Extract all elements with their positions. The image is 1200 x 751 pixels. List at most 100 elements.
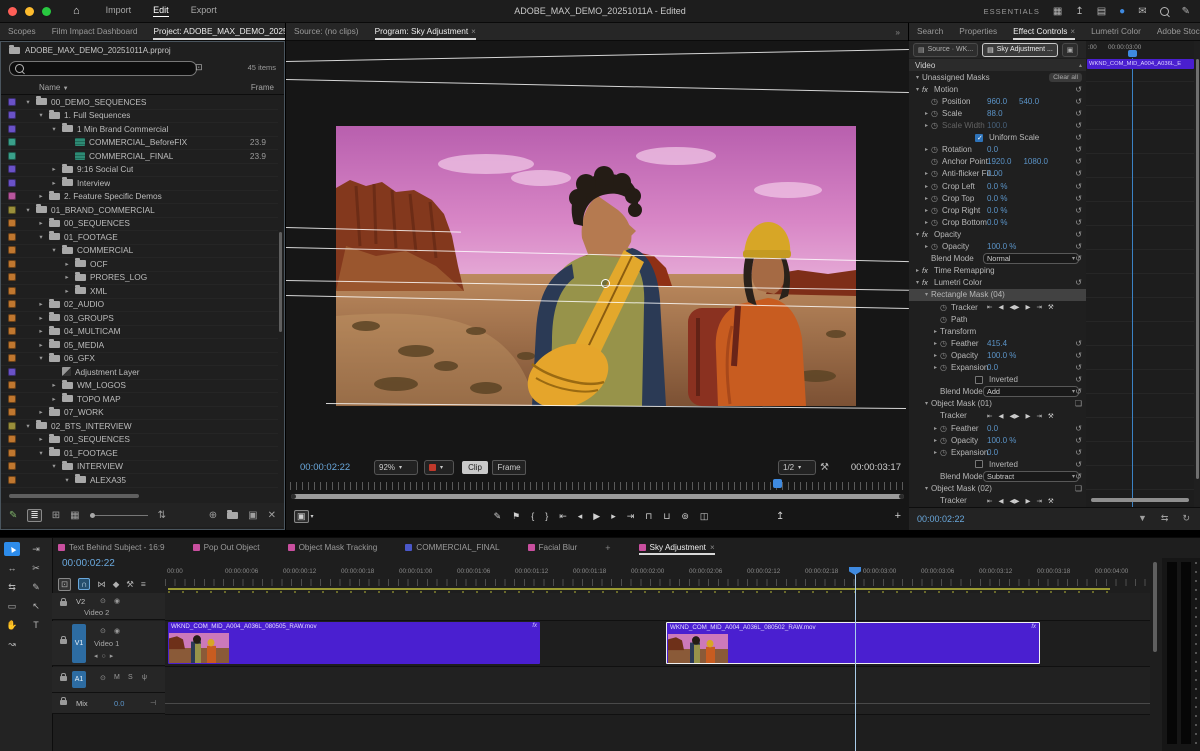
track-v2-content[interactable] [165, 593, 1150, 621]
tab-adobe-stock[interactable]: Adobe Stock [1157, 23, 1200, 40]
track-id[interactable]: V2 [76, 597, 85, 606]
twirl-icon[interactable]: ▸ [931, 449, 940, 456]
effect-row-anchor-point[interactable]: ◷Anchor Point1920.01080.0↺ [909, 156, 1086, 168]
reset-icon[interactable]: ↺ [1075, 145, 1082, 154]
twirl-icon[interactable]: ▸ [37, 219, 45, 227]
step-forward-icon[interactable]: ▶ [1025, 412, 1030, 420]
mask-vertex-handle[interactable] [601, 279, 610, 288]
drag-video-button[interactable]: ▣ ▾ [294, 510, 314, 523]
go-to-out-icon[interactable]: ⇥ [627, 511, 635, 522]
twirl-icon[interactable]: ▸ [922, 183, 931, 190]
stopwatch-icon[interactable]: ◷ [931, 194, 942, 203]
label-chip[interactable] [8, 233, 16, 241]
mask-guide-line[interactable] [286, 79, 909, 93]
pen-tool[interactable]: ✎ [28, 580, 44, 594]
bin-row[interactable]: ▾06_GFX [1, 352, 278, 367]
bin-row[interactable]: ▾01_FOOTAGE [1, 446, 278, 461]
twirl-icon[interactable]: ▾ [922, 291, 931, 298]
toggle-track-output-icon[interactable]: ◉ [114, 597, 120, 605]
property-value[interactable]: 100.0 % [987, 242, 1016, 251]
stopwatch-icon[interactable]: ◷ [931, 169, 942, 178]
property-value[interactable]: 0.0 % [987, 206, 1007, 215]
reset-icon[interactable]: ↺ [1075, 448, 1082, 457]
sync-lock-icon[interactable]: ⊙ [100, 674, 106, 682]
source-patch-a1[interactable]: A1 [72, 671, 86, 688]
tracker-settings-icon[interactable]: ⚒ [1048, 497, 1054, 505]
effect-row-tracker[interactable]: Tracker⇤◀◀▶▶⇥⚒ [909, 410, 1086, 422]
twirl-icon[interactable]: ▾ [37, 111, 45, 119]
twirl-icon[interactable]: ▾ [50, 246, 58, 254]
bin-row[interactable]: ▾00_DEMO_SEQUENCES [1, 95, 278, 110]
label-chip[interactable] [8, 260, 16, 268]
program-mini-ruler[interactable] [290, 482, 905, 490]
effect-row-scale[interactable]: ▸◷Scale88.0↺ [909, 107, 1086, 119]
stopwatch-icon[interactable]: ◷ [931, 242, 942, 251]
razor-tool[interactable]: ✂ [28, 561, 44, 575]
label-chip[interactable] [8, 125, 16, 133]
property-value[interactable]: 100.0 % [987, 436, 1016, 445]
reset-icon[interactable]: ↺ [1075, 387, 1082, 396]
reset-icon[interactable]: ↺ [1075, 97, 1082, 106]
program-scrollbar[interactable] [291, 494, 904, 499]
blend-mode-dropdown[interactable]: Normal▾ [983, 253, 1079, 264]
label-chip[interactable] [8, 273, 16, 281]
effect-row-crop-top[interactable]: ▸◷Crop Top0.0 %↺ [909, 192, 1086, 204]
lock-icon[interactable] [60, 676, 67, 681]
bin-row[interactable]: ▸05_MEDIA [1, 338, 278, 353]
stopwatch-icon[interactable]: ◷ [940, 436, 951, 445]
effect-row-rectangle-mask-04[interactable]: ▾Rectangle Mask (04) [909, 289, 1086, 301]
close-icon[interactable]: × [471, 23, 476, 40]
timeline-clip[interactable]: WKND_COM_MID_A004_A036L_080505_RAW.mov f… [168, 622, 540, 664]
timeline-playhead-line[interactable] [855, 567, 856, 751]
property-value[interactable]: 0.0 [987, 363, 998, 372]
go-to-out-icon[interactable]: ⇥ [1036, 412, 1041, 420]
column-name[interactable]: Name ▼ [39, 83, 69, 92]
step-back-icon[interactable]: ◀ [998, 303, 1003, 311]
twirl-icon[interactable]: ▸ [63, 260, 71, 268]
menu-export[interactable]: Export [191, 5, 217, 17]
effect-row-time-remapping[interactable]: ▸fxTime Remapping [909, 265, 1086, 277]
effects-timecode[interactable]: 00:00:02:22 [917, 514, 965, 524]
sequence-tab-facial-blur[interactable]: Facial Blur [528, 540, 578, 555]
search-input[interactable] [28, 63, 172, 74]
effect-row-opacity[interactable]: ▾fxOpacity↺ [909, 228, 1086, 240]
nest-toggle-icon[interactable]: ⊡ [58, 578, 71, 591]
automate-to-sequence-icon[interactable]: ⊕ [209, 510, 217, 521]
mark-out-icon[interactable]: } [545, 511, 548, 522]
label-chip[interactable] [8, 449, 16, 457]
clear-all-button[interactable]: Clear all [1049, 73, 1082, 82]
reset-icon[interactable]: ↺ [1075, 242, 1082, 251]
mask-guide-line[interactable] [286, 227, 461, 233]
twirl-icon[interactable]: ▸ [37, 192, 45, 200]
effect-row-inverted[interactable]: Inverted↺ [909, 458, 1086, 470]
source-patch-v1[interactable]: V1 [72, 624, 86, 663]
sequence-tab-pop-out-object[interactable]: Pop Out Object [193, 540, 260, 555]
reset-icon[interactable]: ↺ [1075, 351, 1082, 360]
bin-row[interactable]: ▸TOPO MAP [1, 392, 278, 407]
property-value[interactable]: 100.0 [987, 121, 1007, 130]
effect-row-feather[interactable]: ▸◷Feather0.0↺ [909, 422, 1086, 434]
zoom-slider[interactable] [90, 515, 148, 516]
effects-playhead-marker[interactable] [1128, 50, 1137, 57]
workspace-label[interactable]: ESSENTIALS [984, 7, 1040, 16]
play-icon[interactable]: ▶ [593, 511, 600, 522]
reset-icon[interactable]: ↺ [1075, 230, 1082, 239]
checkbox[interactable] [975, 134, 983, 142]
bin-row[interactable]: ▸07_WORK [1, 406, 278, 421]
tracker-settings-icon[interactable]: ⚒ [1048, 412, 1054, 420]
track-header-mix[interactable]: Mix 0.0 ⊣ [52, 693, 165, 714]
mask-guide-line[interactable] [286, 49, 909, 62]
bin-row[interactable]: ▸XML [1, 284, 278, 299]
effect-row-blend-mode[interactable]: Blend ModeAdd▾↺ [909, 386, 1086, 398]
type-tool[interactable]: T [28, 618, 44, 632]
caption-track-icon[interactable]: ≡ [141, 579, 146, 589]
label-chip[interactable] [8, 408, 16, 416]
track-toggle-icon[interactable]: ◀▶ [1009, 412, 1019, 420]
label-chip[interactable] [8, 206, 16, 214]
track-header-a1[interactable]: A1 ⊙ M S ψ [52, 667, 165, 693]
mask-guide-line[interactable] [326, 403, 906, 409]
zoom-window-button[interactable] [42, 7, 51, 16]
extract-icon[interactable]: ⊔ [663, 511, 670, 522]
twirl-icon[interactable]: ▾ [37, 233, 45, 241]
twirl-icon[interactable]: ▸ [931, 425, 940, 432]
